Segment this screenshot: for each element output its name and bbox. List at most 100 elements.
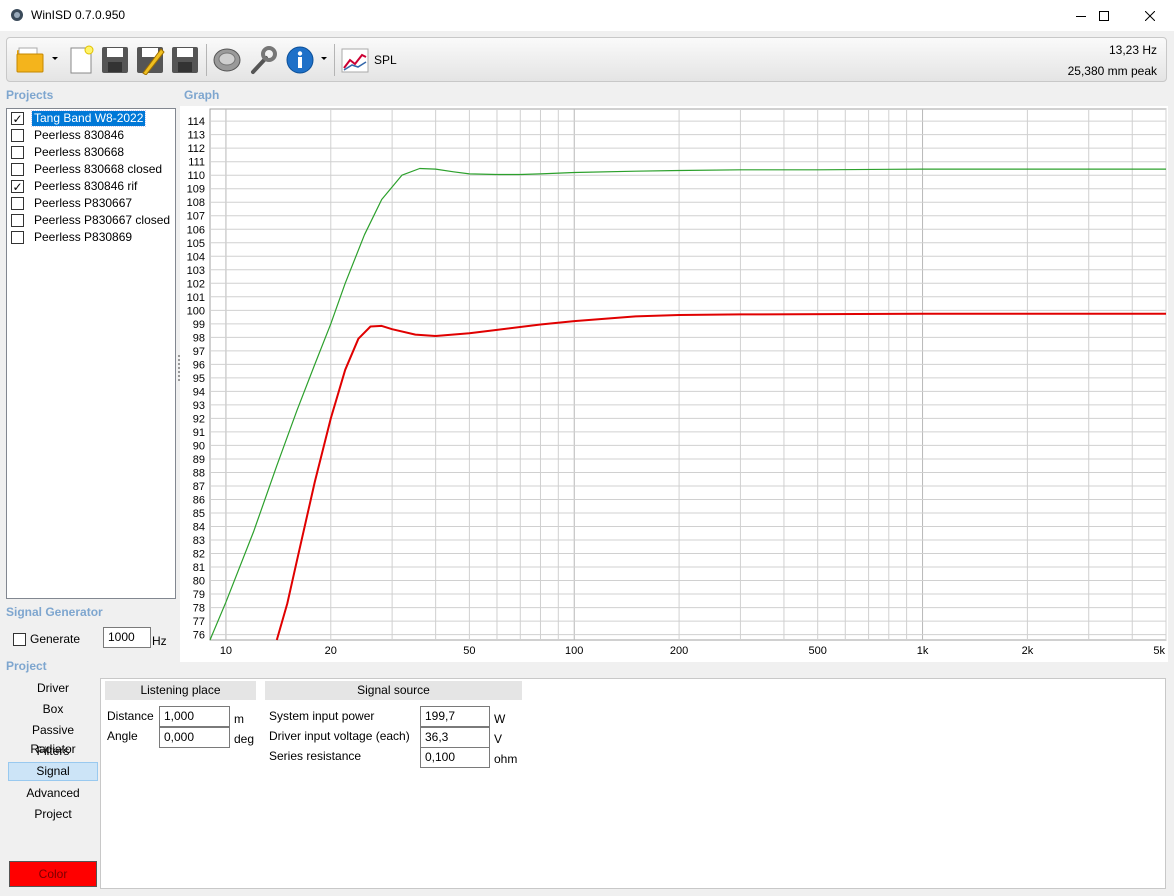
- spl-graph-button[interactable]: SPL: [340, 44, 404, 76]
- nav-signal[interactable]: Signal: [8, 762, 98, 781]
- spl-graph[interactable]: 76 7778 7980 8182 8384 85 8687 8889 9091 9293 9495…: [180, 106, 1168, 662]
- project-label: Peerless 830668 closed: [34, 162, 163, 176]
- maximize-button[interactable]: [1081, 0, 1127, 31]
- y-tick-label: 92: [193, 413, 205, 425]
- x-tick-label: 200: [670, 645, 688, 657]
- project-checkbox[interactable]: ✓: [11, 112, 24, 126]
- y-tick-label: 104: [187, 251, 205, 263]
- distance-input[interactable]: 1,000: [159, 706, 230, 727]
- nav-passive-radiator[interactable]: Passive Radiator: [8, 721, 98, 756]
- toolbar: SPL 13,23 Hz 25,380 mm peak: [6, 37, 1167, 82]
- project-checkbox[interactable]: [11, 231, 24, 244]
- generate-option[interactable]: Generate: [13, 632, 80, 646]
- nav-project[interactable]: Project: [8, 805, 98, 824]
- chevron-down-icon: [321, 57, 327, 60]
- save-as-button[interactable]: [169, 43, 201, 77]
- open-project-button[interactable]: [14, 43, 46, 77]
- nav-filters[interactable]: Filters: [8, 742, 98, 761]
- project-item[interactable]: ✓ Peerless 830846 rif: [9, 178, 175, 195]
- y-tick-label: 112: [187, 143, 205, 155]
- y-tick-label: 89: [193, 454, 205, 466]
- open-dropdown-button[interactable]: [50, 51, 60, 65]
- project-item[interactable]: Peerless 830668 closed: [9, 161, 175, 178]
- edit-save-button[interactable]: [134, 43, 166, 77]
- project-label: Peerless P830869: [34, 230, 133, 244]
- spl-chart-icon: [341, 48, 369, 73]
- y-tick-label: 76: [193, 630, 205, 642]
- project-label: Peerless 830846: [34, 128, 125, 142]
- system-input-power-input[interactable]: 199,7: [420, 706, 490, 727]
- y-tick-label: 84: [193, 522, 205, 534]
- x-tick-label: 500: [809, 645, 827, 657]
- projects-list[interactable]: ✓ Tang Band W8-2022 Peerless 830846 Peer…: [6, 108, 176, 599]
- project-checkbox[interactable]: [11, 197, 24, 210]
- project-checkbox[interactable]: [11, 163, 24, 176]
- angle-unit: deg: [234, 732, 255, 746]
- window-title: WinISD 0.7.0.950: [31, 8, 126, 22]
- info-button[interactable]: [284, 43, 316, 77]
- project-item[interactable]: Peerless P830667: [9, 195, 175, 212]
- generator-frequency-input[interactable]: 1000: [103, 627, 151, 648]
- project-nav: Driver Box Passive Radiator Filters Sign…: [6, 678, 100, 889]
- close-button[interactable]: [1127, 0, 1173, 31]
- y-tick-label: 102: [187, 278, 205, 290]
- project-checkbox[interactable]: ✓: [11, 180, 24, 194]
- project-checkbox[interactable]: [11, 214, 24, 227]
- distance-unit: m: [234, 712, 244, 726]
- y-tick-label: 87: [193, 481, 205, 493]
- nav-advanced[interactable]: Advanced: [8, 784, 98, 803]
- y-tick-label: 93: [193, 400, 205, 412]
- x-tick-label: 10: [220, 645, 232, 657]
- project-item[interactable]: Peerless P830667 closed: [9, 212, 175, 229]
- generate-label: Generate: [30, 632, 81, 646]
- save-button[interactable]: [99, 43, 131, 77]
- project-item[interactable]: Peerless 830846: [9, 127, 175, 144]
- project-checkbox[interactable]: [11, 146, 24, 159]
- y-tick-label: 98: [193, 332, 205, 344]
- y-tick-label: 94: [193, 386, 205, 398]
- y-tick-label: 114: [187, 116, 205, 128]
- voltage-unit: V: [494, 732, 503, 746]
- project-label: Peerless P830667: [34, 196, 133, 210]
- nav-box[interactable]: Box: [8, 700, 98, 719]
- nav-driver[interactable]: Driver: [8, 679, 98, 698]
- chevron-down-icon: [52, 57, 58, 60]
- tools-button[interactable]: [247, 43, 279, 77]
- generate-checkbox[interactable]: [13, 632, 26, 646]
- y-tick-label: 106: [187, 224, 205, 236]
- graph-heading: Graph: [184, 88, 220, 102]
- save-as-icon: [172, 47, 198, 73]
- maximize-icon: [1099, 10, 1109, 21]
- project-checkbox[interactable]: [11, 129, 24, 142]
- new-project-button[interactable]: [65, 43, 97, 77]
- y-tick-label: 111: [188, 157, 205, 169]
- y-tick-label: 82: [193, 549, 205, 561]
- excursion-readout: 25,380 mm peak: [1067, 64, 1157, 78]
- project-item[interactable]: Peerless 830668: [9, 144, 175, 161]
- x-tick-label: 2k: [1022, 645, 1034, 657]
- project-label: Tang Band W8-2022: [30, 110, 147, 127]
- project-item[interactable]: ✓ Tang Band W8-2022: [9, 110, 175, 127]
- driver-input-voltage-input[interactable]: 36,3: [420, 727, 490, 748]
- color-button[interactable]: Color: [9, 861, 97, 887]
- folder-open-icon: [16, 47, 44, 73]
- angle-input[interactable]: 0,000: [159, 727, 230, 748]
- signal-panel: Listening place Distance 1,000 m Angle 0…: [100, 678, 1166, 889]
- y-tick-label: 97: [193, 346, 205, 358]
- series-resistance-input[interactable]: 0,100: [420, 747, 490, 768]
- title-bar: WinISD 0.7.0.950: [0, 0, 1174, 31]
- y-tick-label: 78: [193, 603, 205, 615]
- close-icon: [1145, 10, 1155, 21]
- y-tick-label: 113: [187, 130, 205, 142]
- winisd-app-icon: [11, 9, 23, 21]
- y-tick-label: 100: [187, 305, 205, 317]
- driver-editor-button[interactable]: [211, 43, 243, 77]
- y-tick-label: 108: [187, 197, 205, 209]
- x-tick-label: 5k: [1153, 645, 1165, 657]
- resistance-unit: ohm: [494, 752, 518, 766]
- project-item[interactable]: Peerless P830869: [9, 229, 175, 246]
- info-dropdown-button[interactable]: [319, 51, 329, 65]
- angle-label: Angle: [107, 729, 138, 743]
- y-tick-label: 101: [187, 292, 205, 304]
- system-input-power-label: System input power: [269, 709, 375, 723]
